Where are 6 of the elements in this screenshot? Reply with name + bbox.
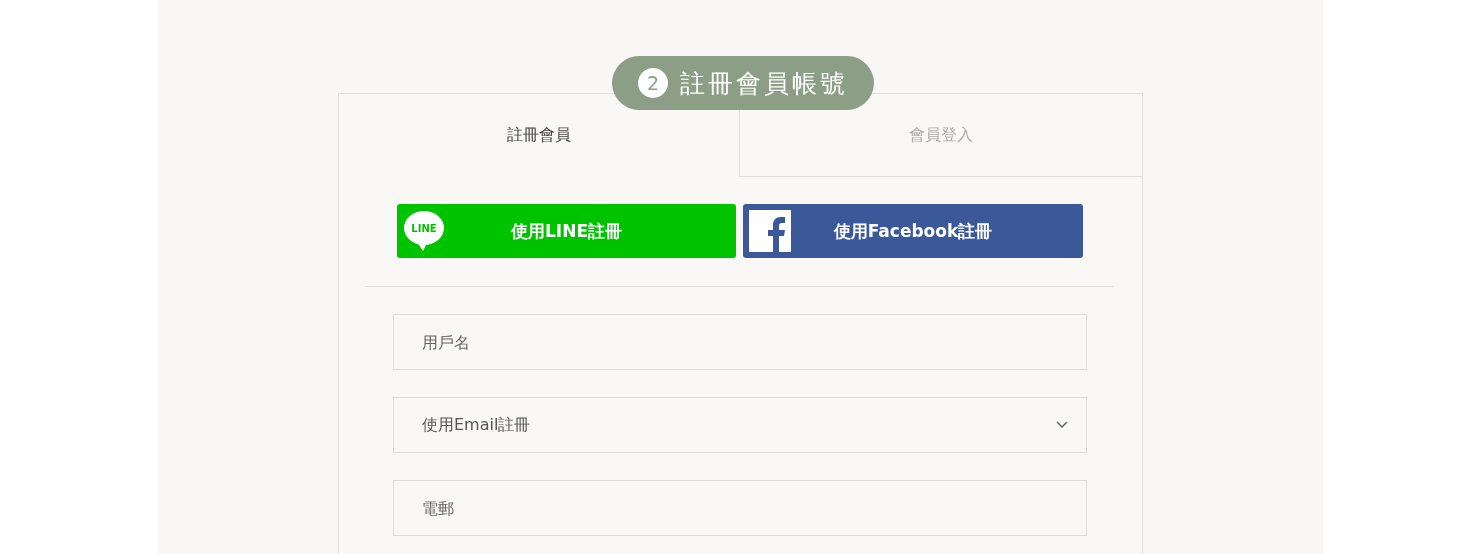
chevron-down-icon: [1056, 421, 1068, 429]
step-number: 2: [638, 68, 668, 98]
input-field[interactable]: 用戶名: [393, 314, 1087, 370]
facebook-register-button[interactable]: 使用Facebook註冊: [743, 204, 1083, 258]
input-field[interactable]: 電郵: [393, 480, 1087, 536]
register-method-select[interactable]: 使用Email註冊: [393, 397, 1087, 453]
